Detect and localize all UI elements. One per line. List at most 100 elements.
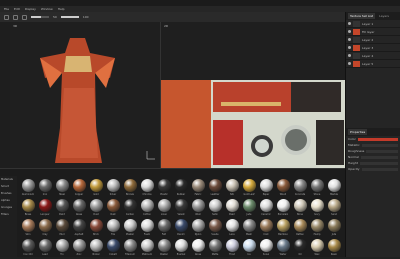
material-thumbnail[interactable]: Ceramic — [258, 199, 274, 219]
material-thumbnail[interactable]: Rattan — [292, 219, 308, 239]
material-thumbnail[interactable]: Jade — [241, 199, 257, 219]
material-thumbnail[interactable]: Frost — [224, 239, 240, 259]
layer-row[interactable]: Layer 2 — [346, 36, 400, 44]
shelf-category[interactable]: Smart — [0, 183, 17, 190]
property-slider[interactable] — [360, 155, 398, 159]
viewport-3d[interactable]: 3D — [10, 22, 160, 168]
material-thumbnail[interactable]: Rubber — [173, 179, 189, 199]
size-slider[interactable] — [31, 16, 49, 18]
material-thumbnail[interactable]: Silver — [105, 179, 121, 199]
material-thumbnail[interactable]: Bronze — [122, 179, 138, 199]
shelf-category[interactable]: Brushes — [0, 190, 17, 197]
menu-window[interactable]: Window — [41, 7, 53, 11]
brush-icon[interactable] — [4, 14, 9, 20]
material-thumbnail[interactable]: Lacquer — [37, 199, 53, 219]
material-thumbnail[interactable]: Wax — [309, 239, 325, 259]
material-thumbnail[interactable]: Plastic — [156, 179, 172, 199]
material-thumbnail[interactable]: Denim — [173, 219, 189, 239]
material-thumbnail[interactable]: Cobalt — [105, 239, 121, 259]
material-thumbnail[interactable]: Oil — [292, 239, 308, 259]
material-thumbnail[interactable]: Silk — [224, 179, 240, 199]
layer-row[interactable]: Layer 1 — [346, 20, 400, 28]
material-thumbnail[interactable]: Hemp — [309, 219, 325, 239]
material-thumbnail[interactable]: Cotton — [139, 199, 155, 219]
material-thumbnail[interactable]: Mesh — [241, 219, 257, 239]
material-thumbnail[interactable]: Dust — [88, 199, 104, 219]
material-thumbnail[interactable]: Asphalt — [71, 219, 87, 239]
menu-file[interactable]: File — [4, 7, 9, 11]
material-thumbnail[interactable]: Chrome — [139, 179, 155, 199]
material-thumbnail[interactable]: Carbon — [122, 199, 138, 219]
eye-icon[interactable] — [348, 46, 351, 49]
property-slider[interactable] — [361, 167, 398, 171]
material-thumbnail[interactable]: Linen — [156, 199, 172, 219]
material-thumbnail[interactable]: Cork — [258, 219, 274, 239]
material-thumbnail[interactable]: Pewter — [156, 239, 172, 259]
material-thumbnail[interactable]: Lead — [37, 239, 53, 259]
material-thumbnail[interactable]: Foam — [139, 219, 155, 239]
material-thumbnail[interactable]: Zinc — [71, 239, 87, 259]
material-thumbnail[interactable]: Rust — [105, 199, 121, 219]
material-thumbnail[interactable]: Snow — [258, 239, 274, 259]
property-slider[interactable] — [361, 143, 398, 147]
shelf-category[interactable]: Filters — [0, 211, 17, 218]
material-thumbnail[interactable]: Skin — [20, 219, 36, 239]
material-thumbnail[interactable]: Paint — [54, 199, 70, 219]
material-thumbnail[interactable]: Wood — [275, 179, 291, 199]
layer-row[interactable]: Fill layer — [346, 28, 400, 36]
material-thumbnail[interactable]: Iron Old — [20, 239, 36, 259]
tab-texture-set[interactable]: Texture Set List — [348, 13, 376, 19]
eye-icon[interactable] — [348, 38, 351, 41]
material-thumbnail[interactable]: Aluminium — [20, 179, 36, 199]
material-thumbnail[interactable]: Gloss — [190, 239, 206, 259]
shelf-category[interactable]: Materials — [0, 176, 17, 183]
material-thumbnail[interactable]: Bamboo — [275, 219, 291, 239]
material-thumbnail[interactable]: Water — [275, 239, 291, 259]
material-thumbnail[interactable]: Leather — [207, 179, 223, 199]
material-thumbnail[interactable]: Porcelain — [275, 199, 291, 219]
material-thumbnail[interactable]: Gold Leaf — [241, 179, 257, 199]
material-thumbnail[interactable]: Resin — [326, 239, 342, 259]
menu-help[interactable]: Help — [58, 7, 65, 11]
material-thumbnail[interactable]: Ice — [241, 239, 257, 259]
material-thumbnail[interactable]: Titanium — [122, 239, 138, 259]
menu-display[interactable]: Display — [25, 7, 36, 11]
projection-icon[interactable] — [22, 14, 27, 20]
material-thumbnail[interactable]: Copper — [71, 179, 87, 199]
material-thumbnail[interactable]: Ivory — [309, 199, 325, 219]
material-thumbnail[interactable]: Platinum — [139, 239, 155, 259]
material-thumbnail[interactable]: Tin — [54, 239, 70, 259]
material-thumbnail[interactable]: Nylon — [190, 219, 206, 239]
material-thumbnail[interactable]: Wool — [190, 199, 206, 219]
opacity-slider[interactable] — [60, 16, 79, 18]
material-thumbnail[interactable]: Plaster — [122, 219, 138, 239]
property-slider[interactable] — [366, 149, 398, 153]
eraser-icon[interactable] — [13, 14, 18, 20]
material-thumbnail[interactable]: Mud — [54, 219, 70, 239]
material-thumbnail[interactable]: Jute — [326, 219, 342, 239]
material-thumbnail[interactable]: Felt — [156, 219, 172, 239]
material-thumbnail[interactable]: Velvet — [173, 199, 189, 219]
shelf-category[interactable]: Alphas — [0, 197, 17, 204]
viewport-2d[interactable]: 2D — [160, 22, 346, 168]
material-thumbnail[interactable]: Stone — [309, 179, 325, 199]
property-row[interactable]: Opacity — [346, 166, 400, 172]
menu-edit[interactable]: Edit — [14, 7, 20, 11]
material-thumbnail[interactable]: Concrete — [292, 179, 308, 199]
material-thumbnail[interactable]: Iron — [37, 179, 53, 199]
material-thumbnail[interactable]: Matte — [207, 239, 223, 259]
color-swatch[interactable] — [357, 137, 398, 141]
material-thumbnail[interactable]: Satin — [207, 199, 223, 219]
material-thumbnail[interactable]: Gold — [88, 179, 104, 199]
material-thumbnail[interactable]: Clay — [37, 219, 53, 239]
material-thumbnail[interactable]: Steel — [54, 179, 70, 199]
eye-icon[interactable] — [348, 30, 351, 33]
material-thumbnail[interactable]: Lace — [224, 219, 240, 239]
material-thumbnail[interactable]: Glass — [71, 199, 87, 219]
material-thumbnail[interactable]: Brick — [88, 219, 104, 239]
eye-icon[interactable] — [348, 62, 351, 65]
shelf-category[interactable]: Grunges — [0, 204, 17, 211]
material-thumbnail[interactable]: Tile — [105, 219, 121, 239]
material-thumbnail[interactable]: Brass — [20, 199, 36, 219]
material-thumbnail[interactable]: Fabric — [190, 179, 206, 199]
